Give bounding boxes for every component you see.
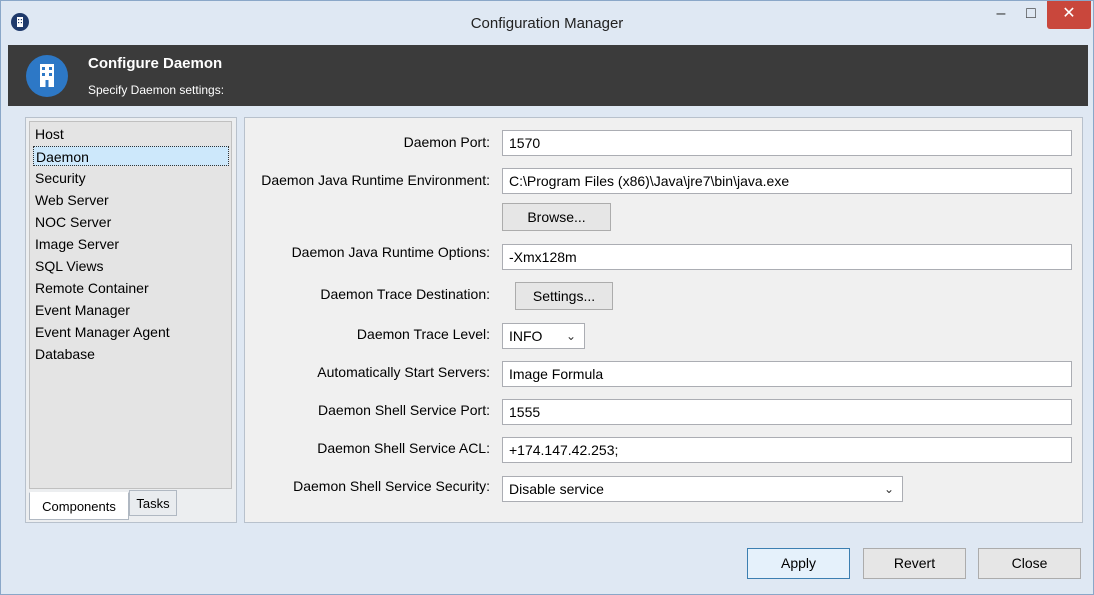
shell-security-label: Daemon Shell Service Security: bbox=[293, 478, 490, 494]
configuration-manager-window: Configuration Manager – □ ✕ Configure Da… bbox=[0, 0, 1094, 595]
list-item-sql-views[interactable]: SQL Views bbox=[33, 256, 229, 276]
auto-start-input[interactable]: Image Formula bbox=[502, 361, 1072, 387]
apply-button[interactable]: Apply bbox=[747, 548, 850, 579]
daemon-port-label: Daemon Port: bbox=[403, 134, 490, 150]
trace-level-label: Daemon Trace Level: bbox=[356, 326, 490, 342]
shell-security-select[interactable]: Disable service ⌄ bbox=[502, 476, 903, 502]
building-icon bbox=[26, 55, 68, 97]
header-title: Configure Daemon bbox=[88, 55, 223, 72]
shell-acl-input[interactable]: +174.147.42.253; bbox=[502, 437, 1072, 463]
list-item-event-manager-agent[interactable]: Event Manager Agent bbox=[33, 322, 229, 342]
daemon-settings-panel: Daemon Port: Daemon Java Runtime Environ… bbox=[244, 117, 1083, 523]
list-item-image-server[interactable]: Image Server bbox=[33, 234, 229, 254]
list-item-database[interactable]: Database bbox=[33, 344, 229, 364]
jre-label: Daemon Java Runtime Environment: bbox=[261, 172, 490, 188]
chevron-down-icon: ⌄ bbox=[565, 329, 576, 343]
header-subtitle: Specify Daemon settings: bbox=[88, 83, 225, 97]
browse-button[interactable]: Browse... bbox=[502, 203, 611, 231]
shell-port-input[interactable]: 1555 bbox=[502, 399, 1072, 425]
trace-level-value: INFO bbox=[509, 328, 543, 344]
trace-settings-button[interactable]: Settings... bbox=[515, 282, 613, 310]
daemon-port-input[interactable]: 1570 bbox=[502, 130, 1072, 156]
header-banner: Configure Daemon Specify Daemon settings… bbox=[8, 45, 1088, 106]
window-title: Configuration Manager bbox=[470, 15, 624, 32]
list-item-web-server[interactable]: Web Server bbox=[33, 190, 229, 210]
title-bar[interactable]: Configuration Manager – □ ✕ bbox=[1, 1, 1093, 45]
shell-acl-label: Daemon Shell Service ACL: bbox=[317, 440, 490, 456]
jre-options-input[interactable]: -Xmx128m bbox=[502, 244, 1072, 270]
auto-start-label: Automatically Start Servers: bbox=[317, 364, 490, 380]
components-list[interactable]: Host Daemon Security Web Server NOC Serv… bbox=[29, 121, 232, 489]
list-item-security[interactable]: Security bbox=[33, 168, 229, 188]
tab-components[interactable]: Components bbox=[29, 492, 129, 520]
list-item-host[interactable]: Host bbox=[33, 124, 229, 144]
tab-tasks[interactable]: Tasks bbox=[129, 490, 177, 516]
revert-button[interactable]: Revert bbox=[863, 548, 966, 579]
components-panel: Host Daemon Security Web Server NOC Serv… bbox=[25, 117, 237, 523]
shell-security-value: Disable service bbox=[509, 481, 604, 497]
close-window-button[interactable]: ✕ bbox=[1047, 1, 1091, 29]
list-item-remote-container[interactable]: Remote Container bbox=[33, 278, 229, 298]
jre-options-label: Daemon Java Runtime Options: bbox=[291, 244, 490, 260]
minimize-button[interactable]: – bbox=[986, 1, 1016, 29]
label-column: Daemon Port: Daemon Java Runtime Environ… bbox=[245, 118, 490, 518]
jre-path-input[interactable]: C:\Program Files (x86)\Java\jre7\bin\jav… bbox=[502, 168, 1072, 194]
list-item-daemon[interactable]: Daemon bbox=[33, 146, 229, 166]
shell-port-label: Daemon Shell Service Port: bbox=[318, 402, 490, 418]
maximize-button[interactable]: □ bbox=[1016, 1, 1046, 29]
trace-destination-label: Daemon Trace Destination: bbox=[320, 286, 490, 302]
list-item-event-manager[interactable]: Event Manager bbox=[33, 300, 229, 320]
trace-level-select[interactable]: INFO ⌄ bbox=[502, 323, 585, 349]
close-button[interactable]: Close bbox=[978, 548, 1081, 579]
chevron-down-icon: ⌄ bbox=[883, 482, 894, 496]
list-item-noc-server[interactable]: NOC Server bbox=[33, 212, 229, 232]
